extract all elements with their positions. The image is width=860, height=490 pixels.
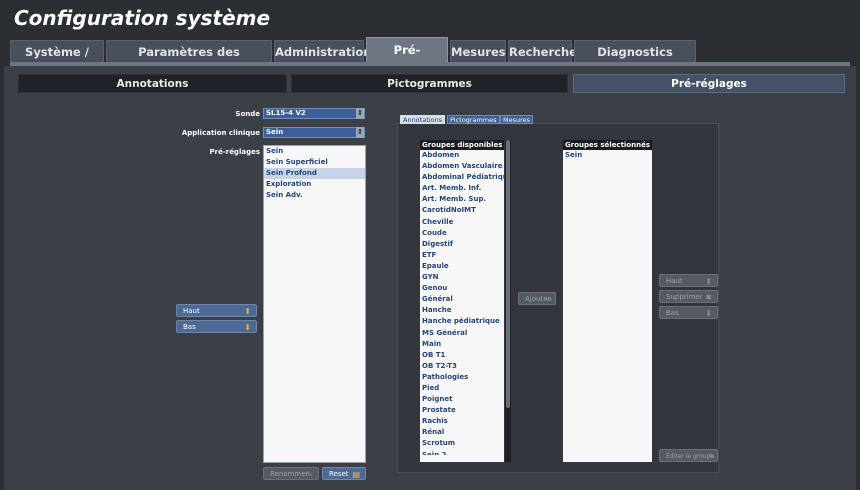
list-item[interactable]: Abdomen: [420, 150, 504, 161]
editer-groupe-button[interactable]: Éditer le groupe ✎: [659, 449, 718, 462]
list-item[interactable]: OB T2-T3: [420, 361, 504, 372]
delete-icon: ✖: [705, 293, 712, 302]
list-item[interactable]: Poignet: [420, 394, 504, 405]
list-item[interactable]: Epaule: [420, 261, 504, 272]
tab-diagnostics-systeme[interactable]: Diagnostics système: [574, 40, 696, 81]
list-item[interactable]: Sein: [563, 150, 652, 161]
list-item[interactable]: Main: [420, 339, 504, 350]
tab-administration[interactable]: Administration: [274, 40, 372, 62]
chevron-down-icon: ⇕: [356, 127, 364, 138]
list-item[interactable]: Sein Adv.: [264, 190, 365, 201]
ajouter-button[interactable]: Ajouter →: [518, 292, 556, 305]
list-item[interactable]: Coude: [420, 228, 504, 239]
arrow-down-icon: ⬇: [244, 323, 251, 332]
application-value: Sein: [266, 128, 284, 136]
haut-label: Haut: [183, 307, 200, 315]
tab-systeme-ecran[interactable]: Système / écran: [10, 40, 104, 81]
reset-label: Reset: [329, 470, 349, 478]
sonde-value: SL15-4 V2: [266, 109, 306, 117]
selected-groups-header: Groupes sélectionnés: [563, 140, 652, 150]
application-label: Application clinique: [181, 129, 260, 137]
list-item[interactable]: Exploration: [264, 179, 365, 190]
list-item[interactable]: MS Général: [420, 328, 504, 339]
document-icon: ▤: [352, 470, 360, 479]
edit-icon: ✎: [306, 470, 313, 479]
list-item[interactable]: Pied: [420, 383, 504, 394]
list-item[interactable]: Abdominal Pédiatrique: [420, 172, 504, 183]
reset-button[interactable]: Reset ▤: [322, 467, 366, 480]
tab-mesures[interactable]: Mesures: [450, 40, 506, 62]
arrow-right-icon: →: [545, 295, 552, 304]
sonde-select[interactable]: SL15-4 V2 ⇕: [263, 108, 365, 119]
list-item[interactable]: GYN: [420, 272, 504, 283]
subtab-annotations[interactable]: Annotations: [18, 74, 287, 93]
list-item[interactable]: Digestif: [420, 239, 504, 250]
presets-list[interactable]: Sein Sein Superficiel Sein Profond Explo…: [263, 145, 366, 463]
list-item[interactable]: ETF: [420, 250, 504, 261]
inner-tab-mesures[interactable]: Mesures: [500, 115, 534, 124]
renommer-label: Renommer: [270, 470, 309, 478]
list-item[interactable]: Cheville: [420, 217, 504, 228]
available-groups-list[interactable]: Abdomen Abdomen Vasculaire Abdominal Péd…: [420, 150, 504, 462]
list-item[interactable]: Sein: [264, 146, 365, 157]
groups-haut-button[interactable]: Haut ⬆: [659, 274, 718, 287]
available-groups-header: Groupes disponibles: [420, 140, 504, 150]
list-item[interactable]: Abdomen Vasculaire: [420, 161, 504, 172]
list-item[interactable]: Rénal: [420, 427, 504, 438]
list-item[interactable]: Art. Memb. Inf.: [420, 183, 504, 194]
bas-label: Bas: [183, 323, 196, 331]
list-item[interactable]: Hanche pédiatrique: [420, 316, 504, 327]
presets-label: Pré-réglages: [209, 148, 261, 156]
window-title: Configuration système: [14, 6, 271, 30]
tab-parametres-peripheriques[interactable]: Paramètres des périphériques: [106, 40, 272, 81]
chevron-down-icon: ⇕: [356, 108, 364, 119]
groups-bas-label: Bas: [666, 309, 679, 317]
haut-button[interactable]: Haut ⬆: [176, 304, 257, 317]
list-item[interactable]: OB T1: [420, 350, 504, 361]
list-item[interactable]: CarotidNoIMT: [420, 205, 504, 216]
subtab-pictogrammes[interactable]: Pictogrammes: [291, 74, 568, 93]
supprimer-label: Supprimer: [666, 293, 703, 301]
supprimer-button[interactable]: Supprimer ✖: [659, 290, 718, 303]
inner-tab-pictogrammes[interactable]: Pictogrammes: [447, 115, 500, 124]
list-item[interactable]: Général: [420, 294, 504, 305]
list-item[interactable]: Scrotum: [420, 438, 504, 449]
subtab-pre-reglages[interactable]: Pré-réglages: [573, 74, 845, 93]
list-item[interactable]: Rachis: [420, 416, 504, 427]
sonde-label: Sonde: [235, 110, 260, 118]
list-item[interactable]: Prostate: [420, 405, 504, 416]
tab-pre-reglages[interactable]: Pré-réglages: [366, 37, 448, 82]
main-tabbar: Système / écran Paramètres des périphéri…: [10, 37, 850, 82]
list-item-selected[interactable]: Sein Profond: [264, 168, 365, 180]
available-scrollbar[interactable]: [505, 140, 511, 462]
application-select[interactable]: Sein ⇕: [263, 127, 365, 138]
selected-groups-list[interactable]: Sein: [563, 150, 652, 462]
bas-button[interactable]: Bas ⬇: [176, 320, 257, 333]
list-item[interactable]: Pathologies: [420, 372, 504, 383]
inner-tab-annotations[interactable]: Annotations: [400, 115, 446, 124]
list-item[interactable]: Hanche: [420, 305, 504, 316]
tab-recherche[interactable]: Recherche: [508, 40, 577, 62]
edit-icon: ✎: [708, 452, 715, 461]
scrollbar-thumb[interactable]: [506, 140, 510, 408]
arrow-down-icon: ⬇: [705, 309, 712, 318]
list-item[interactable]: Sein Superficiel: [264, 157, 365, 168]
groups-bas-button[interactable]: Bas ⬇: [659, 306, 718, 319]
arrow-up-icon: ⬆: [705, 277, 712, 286]
list-item[interactable]: Sein 2: [420, 450, 504, 455]
arrow-up-icon: ⬆: [244, 307, 251, 316]
renommer-button[interactable]: Renommer ✎: [263, 467, 319, 480]
list-item[interactable]: Art. Memb. Sup.: [420, 194, 504, 205]
list-item[interactable]: Genou: [420, 283, 504, 294]
editer-groupe-label: Éditer le groupe: [666, 453, 715, 460]
groups-haut-label: Haut: [666, 277, 683, 285]
